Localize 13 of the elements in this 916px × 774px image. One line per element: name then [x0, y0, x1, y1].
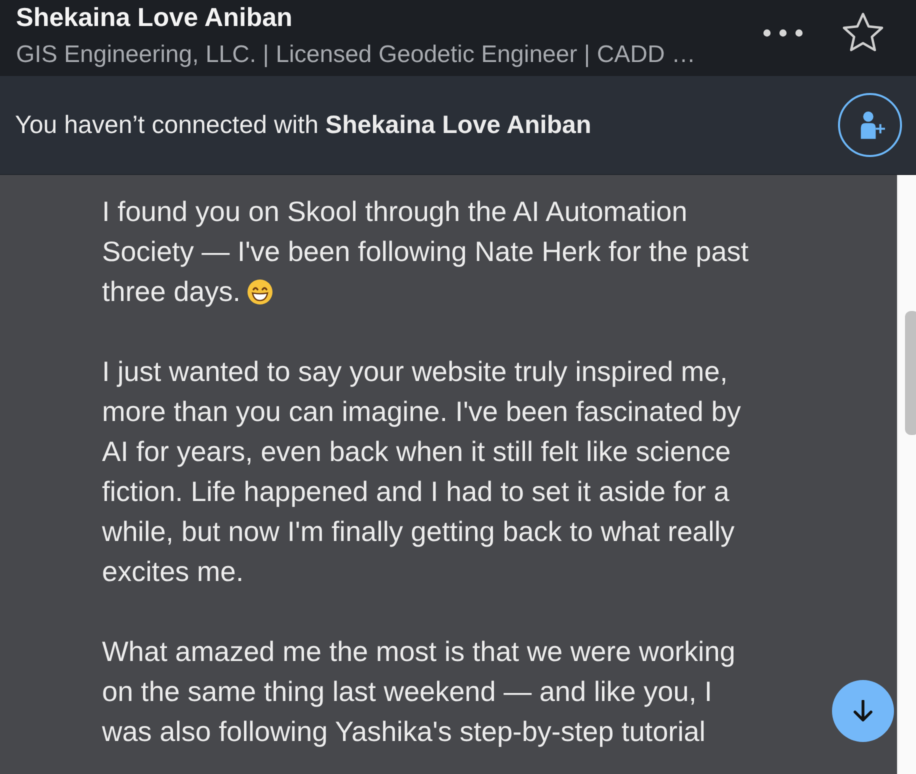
message-text: I found you on Skool through the AI Automation Society — I've been following Nate Herk for the past three days.	[102, 196, 749, 307]
person-add-icon	[859, 111, 885, 139]
message-text: I just wanted to say your website truly inspired me, more than you can imagine. I've been fascinated by AI for years, even back when it still felt like science fiction. Life happened and I had to set it aside for a while, but now I'm finally getting back to what really excites me.	[102, 356, 741, 587]
more-icon[interactable]	[763, 29, 803, 37]
profile-name: Shekaina Love Aniban	[16, 2, 292, 32]
scrollbar-thumb[interactable]	[905, 311, 916, 435]
profile-headline: GIS Engineering, LLC. | Licensed Geodetic Engineer | CADD …	[16, 42, 696, 68]
connection-notice: You haven’t connected with Shekaina Love Aniban	[15, 110, 592, 140]
message-text: What amazed me the most is that we were working on the same thing last weekend — and like you, I was also following Yashika's step-by-step tutorial	[102, 636, 736, 747]
scrollbar[interactable]	[897, 175, 916, 774]
connect-button[interactable]	[838, 93, 902, 157]
arrow-down-icon	[853, 700, 873, 722]
star-icon[interactable]	[842, 12, 884, 52]
